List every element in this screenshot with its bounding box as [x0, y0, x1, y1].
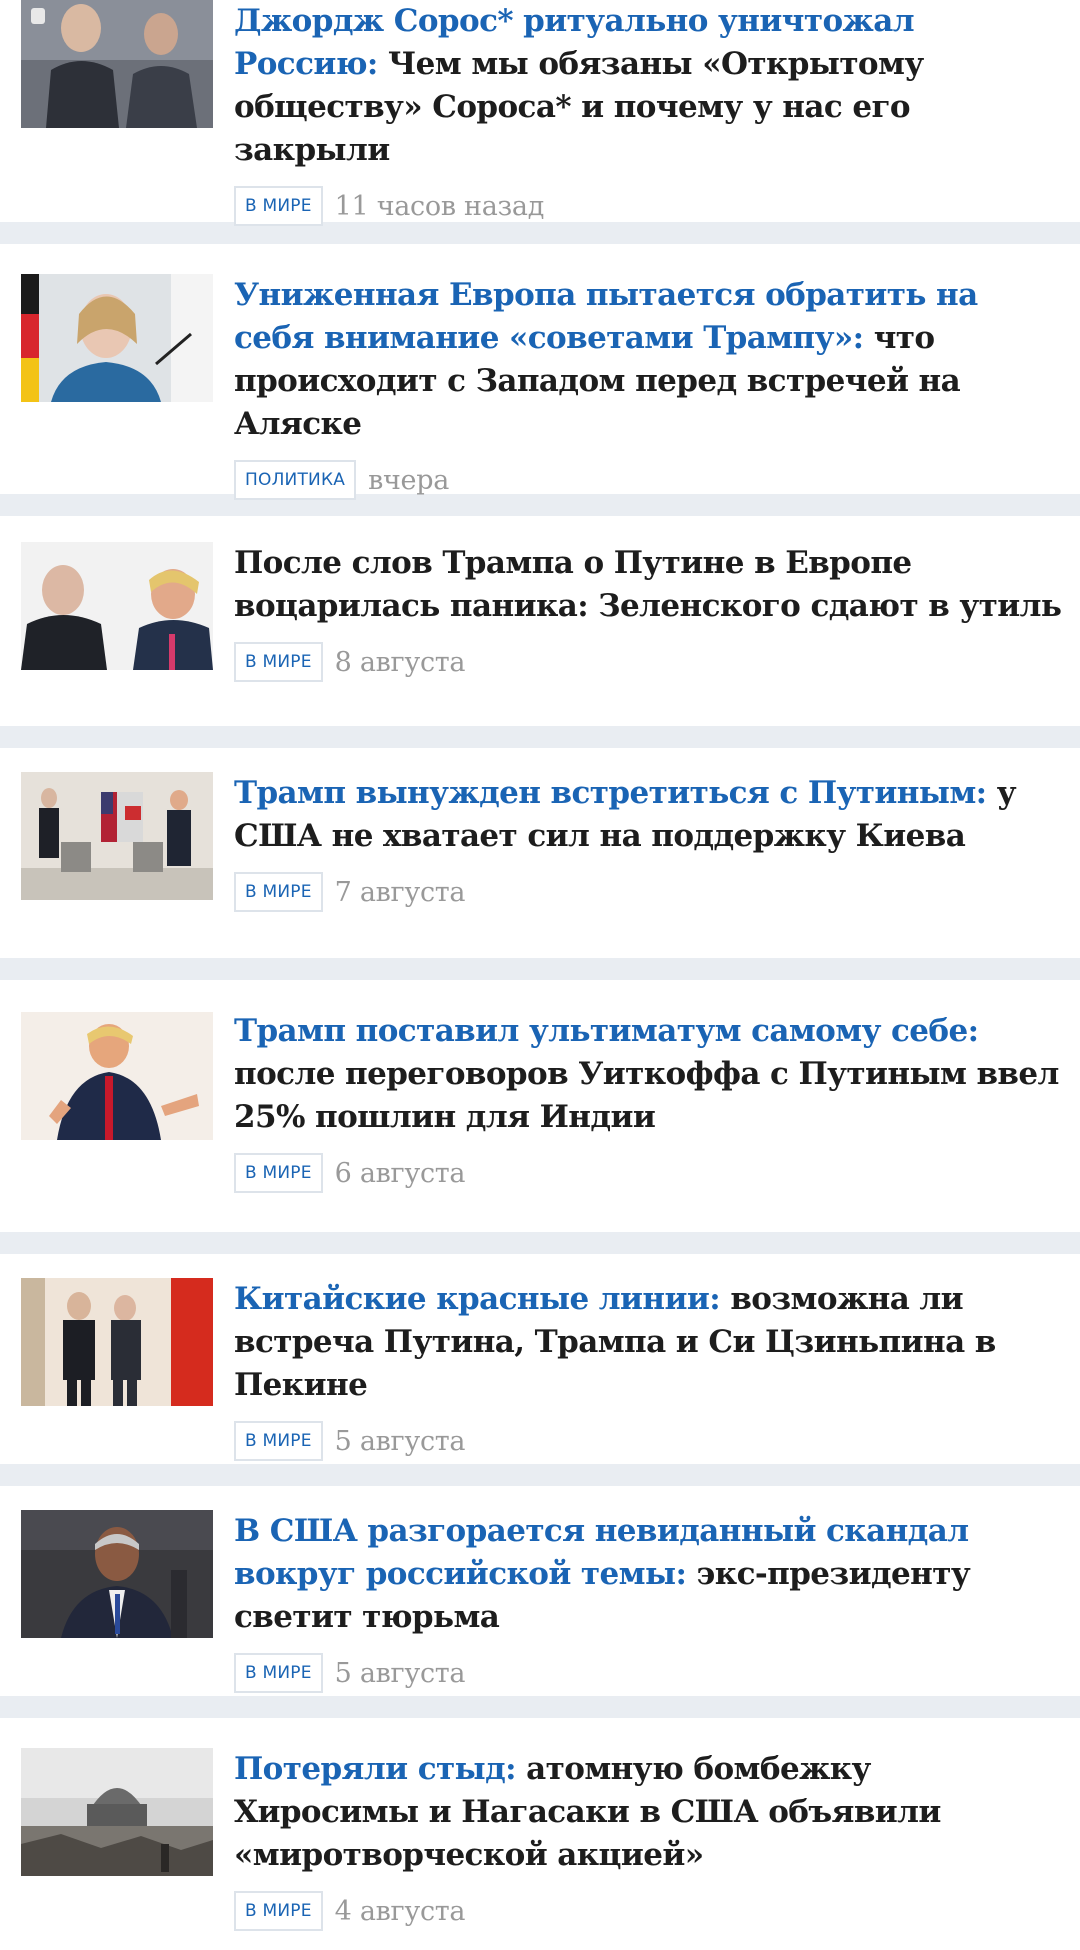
- photo-placeholder-icon: [21, 274, 213, 402]
- article-card[interactable]: Трамп поставил ультиматум самому себе: п…: [0, 980, 1080, 1254]
- category-tag[interactable]: В МИРЕ: [234, 186, 323, 226]
- publish-date: 6 августа: [334, 1157, 466, 1189]
- photo-placeholder-icon: [21, 0, 213, 128]
- headline-highlight: Униженная Европа пытается обратить на се…: [234, 277, 978, 356]
- article-headline[interactable]: Трамп вынужден встретиться с Путиным: у …: [234, 772, 1064, 858]
- publish-date: 5 августа: [334, 1425, 466, 1457]
- headline-text: После слов Трампа о Путине в Европе воца…: [234, 545, 1062, 624]
- publish-date: 11 часов назад: [334, 190, 545, 222]
- category-tag[interactable]: В МИРЕ: [234, 1891, 323, 1931]
- news-feed: Джордж Сорос* ритуально уничтожал Россию…: [0, 0, 1080, 1950]
- headline-highlight: Трамп вынужден встретиться с Путиным:: [234, 775, 987, 811]
- article-headline[interactable]: Трамп поставил ультиматум самому себе: п…: [234, 1010, 1064, 1139]
- article-headline[interactable]: Униженная Европа пытается обратить на се…: [234, 274, 1064, 446]
- article-meta: В МИРЕ 5 августа: [234, 1421, 1064, 1461]
- article-headline[interactable]: Джордж Сорос* ритуально уничтожал Россию…: [234, 0, 1064, 172]
- article-thumbnail[interactable]: [21, 542, 213, 670]
- headline-highlight: Трамп поставил ультиматум самому себе:: [234, 1013, 979, 1049]
- publish-date: 4 августа: [334, 1895, 466, 1927]
- publish-date: 8 августа: [334, 646, 466, 678]
- article-headline[interactable]: В США разгорается невиданный скандал вок…: [234, 1510, 1064, 1639]
- photo-placeholder-icon: [21, 1510, 213, 1638]
- headline-highlight: Потеряли стыд:: [234, 1751, 517, 1787]
- publish-date: 5 августа: [334, 1657, 466, 1689]
- article-meta: ПОЛИТИКА вчера: [234, 460, 1064, 500]
- article-card[interactable]: Китайские красные линии: возможна ли вст…: [0, 1254, 1080, 1486]
- article-thumbnail[interactable]: [21, 772, 213, 900]
- category-tag[interactable]: ПОЛИТИКА: [234, 460, 357, 500]
- category-tag[interactable]: В МИРЕ: [234, 1153, 323, 1193]
- photo-placeholder-icon: [21, 1278, 213, 1406]
- article-card[interactable]: В США разгорается невиданный скандал вок…: [0, 1486, 1080, 1718]
- article-meta: В МИРЕ 11 часов назад: [234, 186, 1064, 226]
- article-card[interactable]: Потеряли стыд: атомную бомбежку Хиросимы…: [0, 1718, 1080, 1950]
- article-meta: В МИРЕ 6 августа: [234, 1153, 1064, 1193]
- photo-placeholder-icon: [21, 772, 213, 900]
- article-card[interactable]: Униженная Европа пытается обратить на се…: [0, 244, 1080, 516]
- photo-placeholder-icon: [21, 1012, 213, 1140]
- article-thumbnail[interactable]: [21, 1012, 213, 1140]
- article-meta: В МИРЕ 5 августа: [234, 1653, 1064, 1693]
- article-card[interactable]: Джордж Сорос* ритуально уничтожал Россию…: [0, 0, 1080, 244]
- article-thumbnail[interactable]: [21, 1278, 213, 1406]
- article-thumbnail[interactable]: [21, 274, 213, 402]
- publish-date: 7 августа: [334, 876, 466, 908]
- photo-placeholder-icon: [21, 542, 213, 670]
- publish-date: вчера: [368, 464, 449, 496]
- article-thumbnail[interactable]: [21, 1510, 213, 1638]
- article-thumbnail[interactable]: [21, 0, 213, 128]
- article-headline[interactable]: После слов Трампа о Путине в Европе воца…: [234, 542, 1064, 628]
- article-headline[interactable]: Китайские красные линии: возможна ли вст…: [234, 1278, 1064, 1407]
- category-tag[interactable]: В МИРЕ: [234, 872, 323, 912]
- headline-text: после переговоров Уиткоффа с Путиным вве…: [234, 1056, 1059, 1135]
- category-tag[interactable]: В МИРЕ: [234, 1421, 323, 1461]
- article-card[interactable]: После слов Трампа о Путине в Европе воца…: [0, 516, 1080, 748]
- article-meta: В МИРЕ 4 августа: [234, 1891, 1064, 1931]
- article-thumbnail[interactable]: [21, 1748, 213, 1876]
- headline-highlight: Китайские красные линии:: [234, 1281, 721, 1317]
- article-card[interactable]: Трамп вынужден встретиться с Путиным: у …: [0, 748, 1080, 980]
- category-tag[interactable]: В МИРЕ: [234, 1653, 323, 1693]
- article-meta: В МИРЕ 8 августа: [234, 642, 1064, 682]
- category-tag[interactable]: В МИРЕ: [234, 642, 323, 682]
- article-headline[interactable]: Потеряли стыд: атомную бомбежку Хиросимы…: [234, 1748, 1064, 1877]
- article-meta: В МИРЕ 7 августа: [234, 872, 1064, 912]
- photo-placeholder-icon: [21, 1748, 213, 1876]
